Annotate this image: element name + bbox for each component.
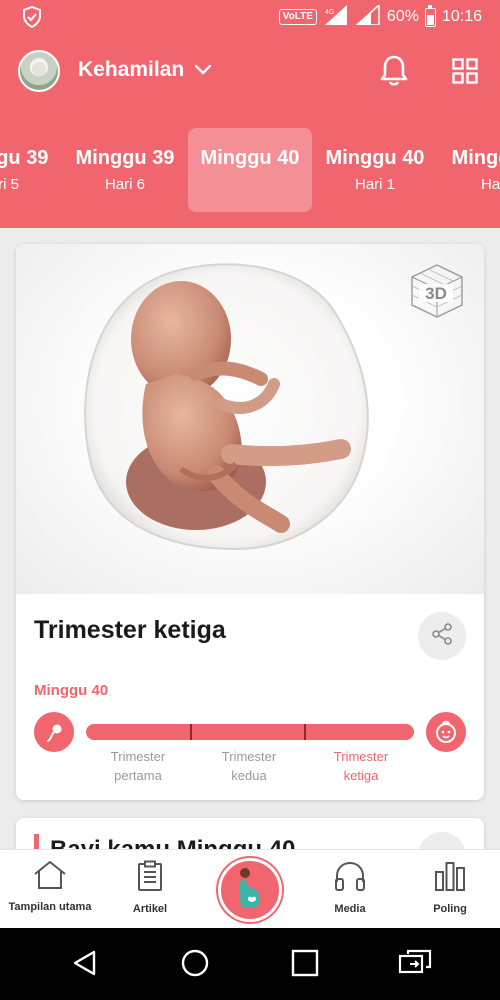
trimester-label-line: Trimester bbox=[110, 749, 166, 764]
system-nav-bar bbox=[0, 928, 500, 1000]
signal-icon: 4G bbox=[323, 4, 349, 30]
battery-icon bbox=[424, 4, 436, 27]
week-tab-active[interactable]: Minggu 40 bbox=[188, 128, 312, 212]
back-icon[interactable] bbox=[70, 948, 100, 983]
pregnancy-icon bbox=[230, 866, 270, 915]
nav-label: Media bbox=[334, 903, 366, 915]
profile-selector[interactable]: Kehamilan bbox=[78, 58, 212, 82]
current-week-label: Minggu 40 bbox=[34, 682, 109, 699]
sperm-icon bbox=[34, 712, 74, 752]
trimester-card: 3D Trimester ketiga Minggu 40 Trimester … bbox=[16, 244, 484, 800]
week-tab-week: Minggu 39 bbox=[75, 147, 175, 169]
week-tab-day: Hari 1 bbox=[354, 176, 395, 193]
bottom-nav: Tampilan utama Artikel Media Poling bbox=[0, 849, 500, 928]
week-tab-day: Hari 2 bbox=[480, 176, 500, 193]
nav-item-article[interactable]: Artikel bbox=[100, 860, 200, 915]
nav-label: Poling bbox=[433, 903, 467, 915]
progress-divider bbox=[190, 724, 192, 740]
nav-label: Tampilan utama bbox=[8, 901, 92, 913]
fetus-3d-image[interactable]: 3D bbox=[16, 244, 484, 594]
trimester-label-third: Trimester ketiga bbox=[306, 747, 416, 785]
week-tab-day: Hari 6 bbox=[104, 176, 145, 193]
nav-item-poll[interactable]: Poling bbox=[400, 860, 500, 915]
week-tab-week: Minggu 40 bbox=[200, 147, 300, 169]
battery-percent: 60% bbox=[386, 8, 419, 25]
week-tab-week: Minggu 40 bbox=[451, 147, 500, 169]
week-tabs: Minggu 39 Hari 5 Minggu 39 Hari 6 Minggu… bbox=[0, 128, 500, 212]
week-tab-day: Hari 5 bbox=[0, 176, 19, 193]
3d-badge: 3D bbox=[425, 284, 447, 303]
bell-icon[interactable] bbox=[378, 54, 410, 93]
week-tab[interactable]: Minggu 40 Hari 2 bbox=[439, 128, 500, 212]
signal-icon-secondary bbox=[354, 2, 381, 30]
headphones-icon bbox=[333, 861, 367, 896]
trimester-label-line: ketiga bbox=[343, 768, 379, 783]
page-title: Kehamilan bbox=[78, 58, 185, 81]
switch-app-icon[interactable] bbox=[398, 948, 432, 983]
shield-icon bbox=[22, 5, 42, 33]
trimester-label-line: Trimester bbox=[221, 749, 277, 764]
article-icon bbox=[135, 860, 165, 896]
grid-menu-icon[interactable] bbox=[452, 58, 478, 89]
clock: 10:16 bbox=[441, 8, 482, 25]
progress-divider bbox=[304, 724, 306, 740]
network-gen: 4G bbox=[325, 9, 334, 16]
trimester-label-line: kedua bbox=[231, 768, 267, 783]
nav-item-home[interactable]: Tampilan utama bbox=[0, 860, 100, 913]
trimester-label-first: Trimester pertama bbox=[83, 747, 193, 785]
volte-badge: VoLTE bbox=[278, 9, 317, 25]
chevron-down-icon bbox=[194, 58, 212, 82]
week-tab[interactable]: Minggu 39 Hari 6 bbox=[63, 128, 187, 212]
share-button[interactable] bbox=[418, 612, 466, 660]
week-tab[interactable]: Minggu 39 Hari 5 bbox=[0, 128, 61, 212]
recents-icon[interactable] bbox=[290, 948, 320, 983]
avatar[interactable] bbox=[18, 50, 60, 92]
app-header: Kehamilan Minggu 39 Hari 5 Minggu 39 Har… bbox=[0, 36, 500, 228]
trimester-label-line: Trimester bbox=[333, 749, 389, 764]
3d-cube-icon[interactable]: 3D bbox=[408, 262, 466, 325]
trimester-label-line: pertama bbox=[114, 768, 162, 783]
week-tab-week: Minggu 39 bbox=[0, 147, 49, 169]
home-circle-icon[interactable] bbox=[180, 948, 210, 983]
week-tab-week: Minggu 40 bbox=[325, 147, 425, 169]
home-icon bbox=[32, 860, 68, 894]
trimester-title: Trimester ketiga bbox=[34, 616, 226, 644]
nav-label: Artikel bbox=[132, 903, 168, 915]
baby-face-icon bbox=[426, 712, 466, 752]
week-tab[interactable]: Minggu 40 Hari 1 bbox=[313, 128, 437, 212]
trimester-progress-bar bbox=[86, 724, 414, 740]
poll-icon bbox=[433, 862, 467, 896]
status-bar: VoLTE 4G 60% 10:16 bbox=[0, 0, 500, 36]
nav-item-media[interactable]: Media bbox=[300, 860, 400, 915]
share-icon bbox=[430, 622, 454, 651]
pregnancy-button[interactable] bbox=[218, 858, 282, 922]
trimester-label-second: Trimester kedua bbox=[194, 747, 304, 785]
